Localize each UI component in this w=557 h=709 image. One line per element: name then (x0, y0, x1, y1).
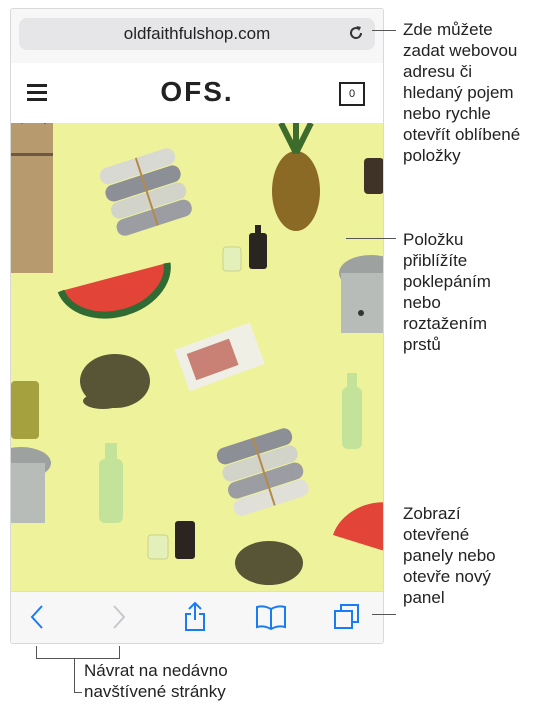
site-header: OFS. 0 (11, 63, 383, 123)
reload-icon[interactable] (346, 23, 366, 43)
bottle (249, 233, 267, 269)
callout-zoom: Položku přiblížíte poklepáním nebo rozta… (403, 230, 491, 354)
browser-toolbar (11, 591, 383, 643)
url-text: oldfaithfulshop.com (123, 24, 271, 43)
watermelon-slice-bottom (333, 502, 383, 551)
grill-bucket-left (11, 447, 51, 523)
glass-bottom (147, 534, 169, 560)
rolled-towels-top (99, 148, 192, 236)
glass-bottle-center (99, 443, 123, 523)
browser-address-area: oldfaithfulshop.com (11, 9, 383, 63)
hero-image[interactable] (11, 123, 383, 591)
cap (80, 354, 150, 409)
callout-line-tabs-h (372, 614, 396, 615)
share-icon[interactable] (183, 600, 207, 632)
magazine (174, 322, 265, 392)
callout-line-back-down (74, 658, 75, 692)
bottle-bottom (175, 521, 195, 559)
callout-back: Návrat na nedávno navštívené stránky (84, 661, 228, 701)
forward-chevron-icon[interactable] (111, 604, 127, 630)
callout-address: Zde můžete zadat webovou adresu či hleda… (403, 20, 521, 165)
glass-bottle-right (342, 373, 362, 449)
back-chevron-icon[interactable] (29, 604, 45, 630)
pineapple (272, 123, 320, 231)
address-bar[interactable]: oldfaithfulshop.com (19, 18, 375, 50)
tote-bag (11, 123, 53, 273)
phone-screen: oldfaithfulshop.com OFS. 0 (10, 8, 384, 644)
watermelon-slice (57, 262, 171, 319)
callout-line-back-bottom (36, 658, 120, 659)
callout-tabs: Zobrazí otevřené panely nebo otevře nový… (403, 504, 496, 607)
bookmarks-book-icon[interactable] (255, 604, 287, 630)
pickle-jar (11, 381, 39, 439)
callout-line-address (372, 30, 396, 31)
tabs-icon[interactable] (333, 602, 363, 632)
product-photo-illustration (11, 123, 383, 585)
rolled-towels-middle (216, 428, 309, 516)
cap-bottom (235, 541, 303, 585)
callout-line-back-right (119, 646, 120, 658)
callout-line-zoom (346, 238, 396, 239)
callout-line-back-tick (74, 692, 82, 693)
glass (222, 246, 242, 272)
grill-bucket (339, 255, 383, 333)
cart-button[interactable]: 0 (339, 82, 365, 106)
site-logo[interactable]: OFS. (11, 76, 383, 108)
callout-line-back-left (36, 646, 37, 658)
jar (364, 158, 383, 194)
